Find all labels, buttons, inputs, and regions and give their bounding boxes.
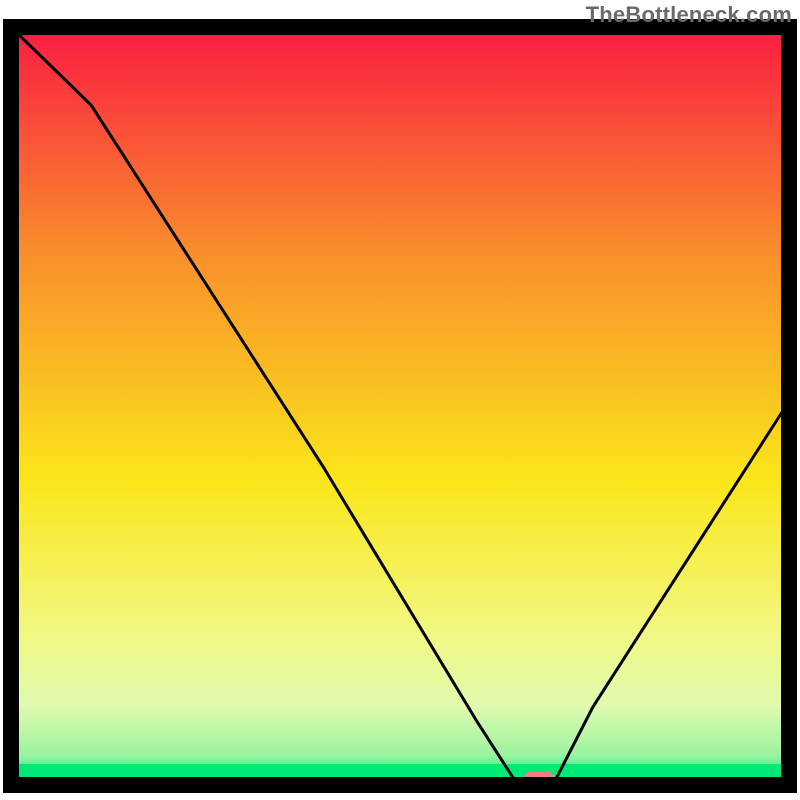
chart-background [14, 30, 786, 782]
chart-container: TheBottleneck.com [0, 0, 800, 800]
bottleneck-chart [0, 0, 800, 800]
watermark-text: TheBottleneck.com [586, 2, 792, 28]
